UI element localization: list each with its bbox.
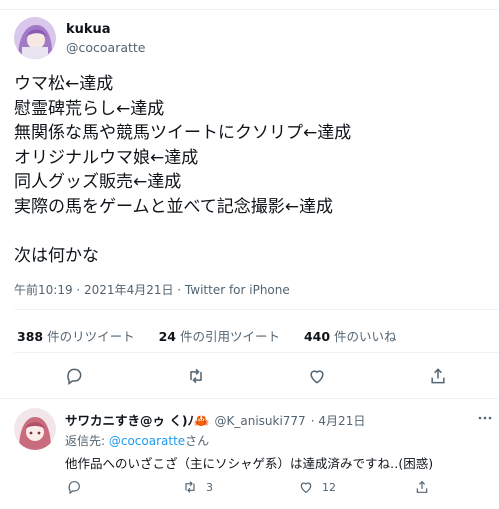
quotes-stat[interactable]: 24 件の引用ツイート	[159, 329, 280, 344]
tweet-line: 実際の馬をゲームと並べて記念撮影←達成	[14, 196, 334, 217]
likes-stat[interactable]: 440 件のいいね	[304, 329, 397, 344]
tweet-line: 同人グッズ販売←達成	[14, 172, 182, 192]
reply-author-name[interactable]: サワカニすき@ゥ く)ﾉ🦀	[65, 413, 209, 428]
replying-to-handle[interactable]: @cocoaratte	[109, 434, 185, 448]
tweet-timestamp[interactable]: 午前10:19 · 2021年4月21日 · Twitter for iPhon…	[14, 281, 290, 298]
author-handle[interactable]: @cocoaratte	[66, 40, 146, 55]
tweet-line: 慰霊碑荒らし←達成	[14, 98, 165, 119]
reply-header: サワカニすき@ゥ く)ﾉ🦀 @K_anisuki777 · 4月21日	[65, 410, 365, 429]
author-avatar[interactable]	[14, 17, 56, 59]
reply-icon[interactable]	[64, 366, 84, 386]
share-icon[interactable]	[428, 366, 448, 386]
reply-text: 他作品へのいざこざ（主にソシャゲ系）は達成済みですね‥(困惑)	[65, 456, 434, 471]
reply-like-count: 12	[322, 481, 336, 494]
replying-to-prefix: 返信先:	[65, 434, 109, 448]
more-options-icon[interactable]	[478, 411, 492, 425]
author-name[interactable]: kukua	[66, 22, 111, 37]
replying-to-suffix: さん	[185, 434, 210, 448]
tweet-line: ウマ松←達成	[14, 74, 114, 94]
divider	[14, 309, 499, 310]
top-divider	[0, 9, 499, 10]
reply-retweet-icon[interactable]	[182, 479, 198, 495]
like-icon[interactable]	[307, 366, 327, 386]
reply-author-handle[interactable]: @K_anisuki777	[214, 414, 305, 428]
reply-date[interactable]: · 4月21日	[311, 414, 366, 428]
reply-like-icon[interactable]	[298, 479, 314, 495]
reply-reply-icon[interactable]	[66, 479, 82, 495]
divider	[0, 398, 499, 399]
reply-avatar[interactable]	[14, 408, 56, 450]
tweet-line: 次は何かな	[14, 245, 99, 266]
retweets-stat[interactable]: 388 件のリツイート	[17, 329, 135, 344]
tweet-stats: 388 件のリツイート 24 件の引用ツイート 440 件のいいね	[17, 326, 397, 345]
retweet-icon[interactable]	[186, 366, 206, 386]
tweet-body: ウマ松←達成 慰霊碑荒らし←達成 無関係な馬や競馬ツイートにクソリプ←達成 オリ…	[14, 72, 351, 268]
tweet-line: オリジナルウマ娘←達成	[14, 147, 199, 168]
reply-retweet-count: 3	[206, 481, 213, 494]
tweet-line: 無関係な馬や競馬ツイートにクソリプ←達成	[14, 123, 352, 143]
reply-share-icon[interactable]	[414, 479, 430, 495]
divider	[14, 352, 499, 353]
replying-to: 返信先: @cocoaratteさん	[65, 432, 209, 449]
